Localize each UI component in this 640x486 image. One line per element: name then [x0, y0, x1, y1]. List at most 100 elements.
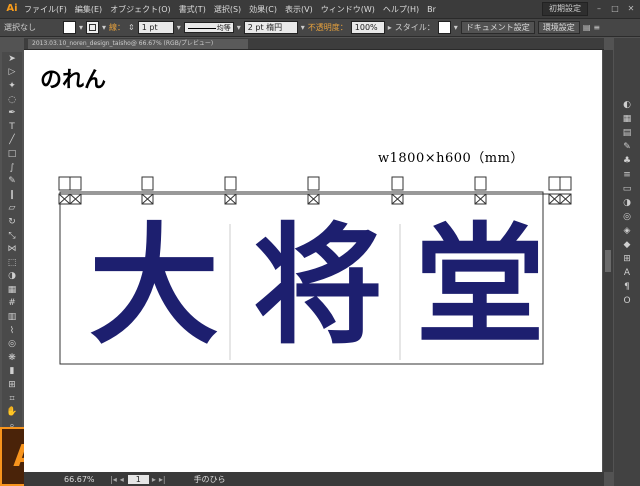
fill-swatch[interactable]: [63, 21, 76, 34]
menu-object[interactable]: オブジェクト(O): [106, 4, 175, 15]
eraser-icon[interactable]: ▱: [2, 202, 22, 216]
style-dropdown-icon[interactable]: ▾: [454, 23, 458, 32]
blob-brush-icon[interactable]: ❙: [2, 188, 22, 202]
loop-tab: [474, 176, 487, 205]
scale-icon[interactable]: ⤡: [2, 229, 22, 243]
first-page-icon[interactable]: |◂: [110, 475, 117, 484]
line-icon[interactable]: ╱: [2, 134, 22, 148]
lasso-icon[interactable]: ◌: [2, 93, 22, 107]
variable-width-profile[interactable]: 均等: [183, 22, 234, 33]
selection-icon[interactable]: ➤: [2, 52, 22, 66]
blend-icon[interactable]: ◎: [2, 337, 22, 351]
opacity-field[interactable]: 100%: [350, 21, 385, 34]
prev-page-icon[interactable]: ◂: [120, 475, 124, 484]
opacity-dropdown-icon[interactable]: ▸: [388, 23, 392, 32]
layers-icon[interactable]: ◆: [614, 238, 640, 252]
menu-select[interactable]: 選択(S): [210, 4, 245, 15]
transparency-icon[interactable]: ◑: [614, 196, 640, 210]
color-guide-icon[interactable]: ▦: [614, 112, 640, 126]
arrange-icon[interactable]: ▤: [583, 23, 591, 32]
loop-tab: [58, 176, 82, 205]
brush-definition[interactable]: 2 pt 楕円: [243, 21, 298, 34]
document-setup-button[interactable]: ドキュメント設定: [460, 21, 535, 34]
stroke-icon[interactable]: ≡: [614, 168, 640, 182]
character-icon[interactable]: A: [614, 266, 640, 280]
stroke-label[interactable]: 線：: [109, 22, 125, 33]
workspace-switcher[interactable]: 初期設定: [542, 2, 588, 16]
menu-effect[interactable]: 効果(C): [245, 4, 281, 15]
vertical-scrollbar[interactable]: [603, 50, 613, 472]
zoom-level[interactable]: 66.67%: [24, 475, 100, 484]
stroke-swatch[interactable]: [86, 21, 100, 34]
opacity-label[interactable]: 不透明度：: [308, 22, 348, 33]
eyedropper-icon[interactable]: ⌇: [2, 324, 22, 338]
panel-dock: ◐ ▦ ▤ ✎ ♣ ≡ ▭ ◑ ◎ ◈ ◆ ⊞ A ¶ O: [614, 38, 640, 486]
control-menu-icon[interactable]: ≡: [593, 23, 600, 32]
graphic-style-swatch[interactable]: [437, 21, 451, 34]
page-number[interactable]: 1: [127, 474, 149, 484]
symbols-icon[interactable]: ♣: [614, 154, 640, 168]
style-label: スタイル：: [394, 23, 435, 32]
paragraph-icon[interactable]: ¶: [614, 280, 640, 294]
menu-view[interactable]: 表示(V): [281, 4, 317, 15]
perspective-icon[interactable]: ▦: [2, 283, 22, 297]
brushes-icon[interactable]: ✎: [614, 140, 640, 154]
bridge-icon[interactable]: Br: [423, 5, 440, 14]
slice-icon[interactable]: ⌗: [2, 392, 22, 406]
artboard-icon[interactable]: ⊞: [2, 378, 22, 392]
minimize-icon[interactable]: –: [594, 4, 604, 14]
rectangle-icon[interactable]: □: [2, 147, 22, 161]
gradient-icon[interactable]: ▥: [2, 310, 22, 324]
pencil-icon[interactable]: ✎: [2, 174, 22, 188]
loop-tab: [141, 176, 154, 205]
opentype-icon[interactable]: O: [614, 294, 640, 308]
artboards-icon[interactable]: ⊞: [614, 252, 640, 266]
menu-type[interactable]: 書式(T): [175, 4, 210, 15]
gradient-panel-icon[interactable]: ▭: [614, 182, 640, 196]
brush-dropdown-icon[interactable]: ▾: [301, 23, 305, 32]
color-icon[interactable]: ◐: [614, 98, 640, 112]
stroke-weight-field[interactable]: 1 pt: [137, 21, 174, 34]
type-icon[interactable]: T: [2, 120, 22, 134]
noren-character-2: 将: [252, 209, 383, 362]
direct-selection-icon[interactable]: ▷: [2, 66, 22, 80]
appearance-icon[interactable]: ◎: [614, 210, 640, 224]
stroke-weight-dropdown-icon[interactable]: ▾: [177, 23, 181, 32]
fill-dropdown-icon[interactable]: ▾: [79, 23, 83, 32]
menu-window[interactable]: ウィンドウ(W): [317, 4, 379, 15]
menu-file[interactable]: ファイル(F): [20, 4, 71, 15]
width-icon[interactable]: ⋈: [2, 242, 22, 256]
artboard-title: のれん: [40, 67, 107, 93]
loop-tab: [391, 176, 404, 205]
app-logo-icon: Ai: [6, 3, 18, 14]
pen-icon[interactable]: ✒: [2, 106, 22, 120]
hand-icon[interactable]: ✋: [2, 405, 22, 419]
swatches-icon[interactable]: ▤: [614, 126, 640, 140]
rotate-icon[interactable]: ↻: [2, 215, 22, 229]
close-icon[interactable]: ✕: [626, 4, 636, 14]
menu-bar: Ai ファイル(F) 編集(E) オブジェクト(O) 書式(T) 選択(S) 効…: [0, 0, 640, 19]
stroke-dropdown-icon[interactable]: ▾: [102, 23, 106, 32]
selection-status: 選択なし: [4, 23, 36, 32]
shape-builder-icon[interactable]: ◑: [2, 270, 22, 284]
mesh-icon[interactable]: #: [2, 297, 22, 311]
paintbrush-icon[interactable]: ∫: [2, 161, 22, 175]
column-graph-icon[interactable]: ▮: [2, 365, 22, 379]
profile-dropdown-icon[interactable]: ▾: [237, 23, 241, 32]
preferences-button[interactable]: 環境設定: [537, 21, 580, 34]
magic-wand-icon[interactable]: ✦: [2, 79, 22, 93]
next-page-icon[interactable]: ▸: [152, 475, 156, 484]
free-transform-icon[interactable]: ⬚: [2, 256, 22, 270]
scroll-thumb[interactable]: [605, 250, 611, 272]
stroke-stepper-icon[interactable]: ⇕: [128, 23, 135, 32]
menu-help[interactable]: ヘルプ(H): [379, 4, 423, 15]
tools-panel: ➤ ▷ ✦ ◌ ✒ T ╱ □ ∫ ✎ ❙ ▱ ↻ ⤡ ⋈ ⬚ ◑ ▦ # ▥ …: [2, 52, 22, 432]
maximize-icon[interactable]: □: [610, 4, 620, 14]
last-page-icon[interactable]: ▸|: [159, 475, 166, 484]
loop-tab: [224, 176, 237, 205]
symbol-sprayer-icon[interactable]: ❋: [2, 351, 22, 365]
noren-character-3: 堂: [414, 209, 545, 362]
graphic-styles-icon[interactable]: ◈: [614, 224, 640, 238]
menu-edit[interactable]: 編集(E): [71, 4, 106, 15]
document-tab[interactable]: 2013.03.10_noren_design_taisho@ 66.67% (…: [28, 39, 248, 49]
